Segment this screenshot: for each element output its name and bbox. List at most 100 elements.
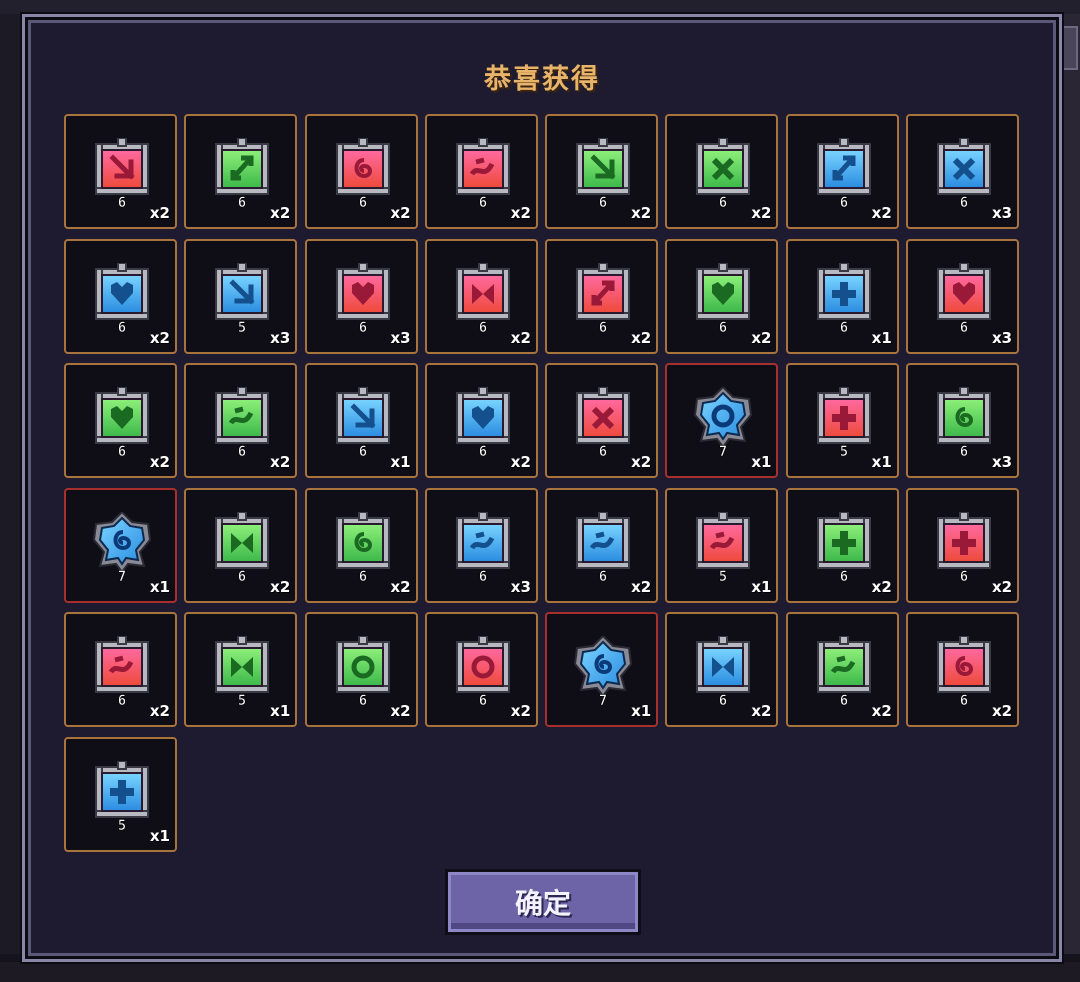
item-level: 6 xyxy=(479,693,487,706)
item-quantity: x2 xyxy=(390,204,411,222)
reward-item[interactable]: 5 x1 xyxy=(785,363,899,478)
item-quantity: x1 xyxy=(871,328,892,347)
item-quantity: x2 xyxy=(991,577,1013,596)
item-quantity: x2 xyxy=(270,453,291,471)
item-quantity: x2 xyxy=(631,577,652,596)
item-level: 6 xyxy=(358,569,366,582)
reward-item[interactable]: 6 x2 xyxy=(64,114,177,229)
item-quantity: x2 xyxy=(390,577,411,596)
reward-item[interactable]: 6 x3 xyxy=(906,363,1020,478)
reward-item[interactable]: 6 x1 xyxy=(785,238,899,354)
reward-item[interactable]: 6 x3 xyxy=(424,487,538,603)
reward-item[interactable]: 6 x2 xyxy=(424,114,538,229)
item-level: 6 xyxy=(358,320,366,333)
reward-item[interactable]: 6 x2 xyxy=(785,114,899,229)
reward-item[interactable]: 5 x3 xyxy=(184,238,298,354)
item-quantity: x2 xyxy=(991,702,1013,720)
item-level: 6 xyxy=(118,195,126,208)
item-quantity: x2 xyxy=(871,577,892,596)
item-quantity: x3 xyxy=(991,328,1013,347)
item-level: 6 xyxy=(599,569,607,582)
reward-item[interactable]: 6 x2 xyxy=(424,238,538,354)
reward-item[interactable]: 6 x2 xyxy=(545,363,659,478)
item-quantity: x2 xyxy=(751,328,772,347)
item-level: 5 xyxy=(118,818,126,831)
item-level: 6 xyxy=(840,569,848,582)
background-top-bar xyxy=(0,0,1080,14)
item-level: 6 xyxy=(479,195,487,208)
reward-item[interactable]: 6 x1 xyxy=(304,363,418,478)
reward-item[interactable]: 6 x2 xyxy=(304,114,418,229)
item-level: 6 xyxy=(599,195,607,208)
reward-item[interactable]: 6 x3 xyxy=(304,238,418,354)
item-level: 6 xyxy=(599,444,607,457)
item-level: 6 xyxy=(238,195,246,208)
item-level: 6 xyxy=(840,195,848,208)
item-level: 6 xyxy=(960,569,968,582)
reward-item[interactable]: 6 x2 xyxy=(906,612,1020,727)
reward-item[interactable]: 6 x2 xyxy=(545,487,659,603)
item-level: 6 xyxy=(479,569,487,582)
item-level: 7 xyxy=(599,693,607,706)
reward-item[interactable]: 6 x2 xyxy=(304,612,418,727)
reward-item[interactable]: 6 x2 xyxy=(64,238,177,354)
reward-item[interactable]: 6 x2 xyxy=(424,612,538,727)
item-quantity: x2 xyxy=(871,204,892,222)
item-quantity: x2 xyxy=(631,204,652,222)
reward-item[interactable]: 6 x2 xyxy=(785,487,899,603)
reward-item[interactable]: 6 x2 xyxy=(665,612,779,727)
item-level: 6 xyxy=(599,320,607,333)
item-quantity: x2 xyxy=(631,453,652,471)
item-quantity: x3 xyxy=(991,204,1013,222)
item-level: 6 xyxy=(719,693,727,706)
reward-item[interactable]: 6 x2 xyxy=(184,363,298,478)
reward-item[interactable]: 6 x2 xyxy=(906,487,1020,603)
reward-item[interactable]: 6 x2 xyxy=(184,114,298,229)
reward-item[interactable]: 6 x2 xyxy=(424,363,538,478)
reward-item[interactable]: 6 x2 xyxy=(304,487,418,603)
reward-item[interactable]: 5 x1 xyxy=(665,487,779,603)
reward-dialog: 恭喜获得 6 x2 6 x2 6 x2 6 x2 6 x2 6 x2 6 x2 … xyxy=(22,14,1062,962)
item-quantity: x1 xyxy=(149,826,170,845)
item-quantity: x2 xyxy=(149,702,170,720)
reward-item[interactable]: 5 x1 xyxy=(64,736,177,852)
item-level: 5 xyxy=(840,444,848,457)
item-level: 6 xyxy=(960,195,968,208)
reward-item[interactable]: 6 x2 xyxy=(184,487,298,603)
reward-item[interactable]: 5 x1 xyxy=(184,612,298,727)
reward-item[interactable]: 7 x1 xyxy=(665,363,779,478)
item-quantity: x2 xyxy=(149,204,170,222)
reward-item[interactable]: 6 x2 xyxy=(665,114,779,229)
item-quantity: x2 xyxy=(270,204,291,222)
item-level: 6 xyxy=(118,693,126,706)
reward-item[interactable]: 6 x2 xyxy=(665,238,779,354)
item-level: 5 xyxy=(719,569,727,582)
reward-item[interactable]: 6 x3 xyxy=(906,238,1020,354)
reward-item[interactable]: 6 x2 xyxy=(64,612,177,727)
item-level: 6 xyxy=(840,320,848,333)
item-quantity: x3 xyxy=(270,328,291,347)
reward-item[interactable]: 6 x2 xyxy=(545,238,659,354)
item-quantity: x3 xyxy=(510,577,531,596)
item-level: 6 xyxy=(358,195,366,208)
item-quantity: x1 xyxy=(390,453,411,471)
confirm-button[interactable]: 确定 xyxy=(445,869,641,935)
item-level: 6 xyxy=(238,569,246,582)
item-quantity: x1 xyxy=(631,702,652,720)
reward-item[interactable]: 6 x2 xyxy=(785,612,899,727)
reward-grid: 6 x2 6 x2 6 x2 6 x2 6 x2 6 x2 6 x2 6 x3 … xyxy=(64,114,1020,852)
reward-item[interactable]: 6 x2 xyxy=(545,114,659,229)
item-quantity: x2 xyxy=(510,453,531,471)
item-quantity: x3 xyxy=(991,453,1013,471)
reward-item[interactable]: 6 x2 xyxy=(64,363,177,478)
item-quantity: x2 xyxy=(510,204,531,222)
item-quantity: x2 xyxy=(510,328,531,347)
item-level: 6 xyxy=(479,444,487,457)
reward-item[interactable]: 7 x1 xyxy=(64,487,177,603)
reward-item[interactable]: 7 x1 xyxy=(545,612,659,727)
item-quantity: x3 xyxy=(390,328,411,347)
item-level: 6 xyxy=(358,444,366,457)
reward-item[interactable]: 6 x3 xyxy=(906,114,1020,229)
item-quantity: x2 xyxy=(270,577,291,596)
item-level: 6 xyxy=(719,320,727,333)
